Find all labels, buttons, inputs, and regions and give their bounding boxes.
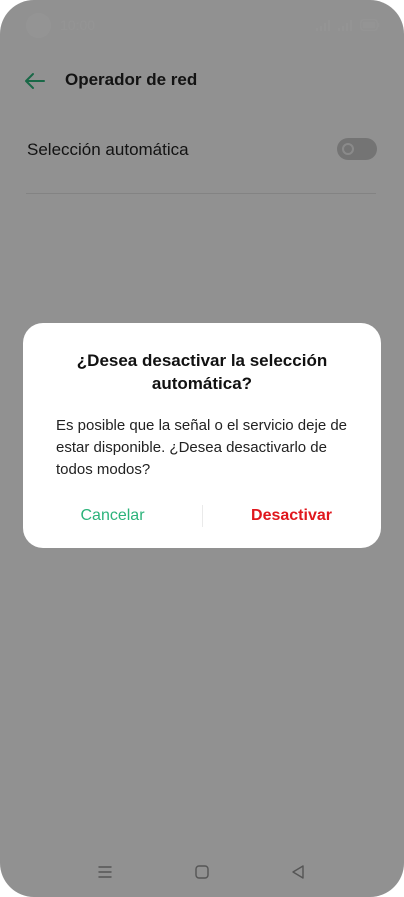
home-icon[interactable]: [193, 863, 211, 881]
dialog-title: ¿Desea desactivar la selección automátic…: [76, 351, 328, 393]
dialog-message: Es posible que la señal o el servicio de…: [56, 417, 348, 478]
navigation-bar: [0, 852, 404, 892]
cancel-button[interactable]: Cancelar: [23, 501, 202, 531]
triangle-back-icon[interactable]: [289, 863, 307, 881]
confirm-dialog: ¿Desea desactivar la selección automátic…: [23, 323, 381, 548]
dialog-button-bar: Cancelar Desactivar: [23, 501, 381, 531]
menu-icon[interactable]: [96, 863, 114, 881]
phone-screen: 10:00 Operador de red Selección automáti…: [0, 0, 404, 897]
deactivate-button[interactable]: Desactivar: [202, 501, 381, 531]
